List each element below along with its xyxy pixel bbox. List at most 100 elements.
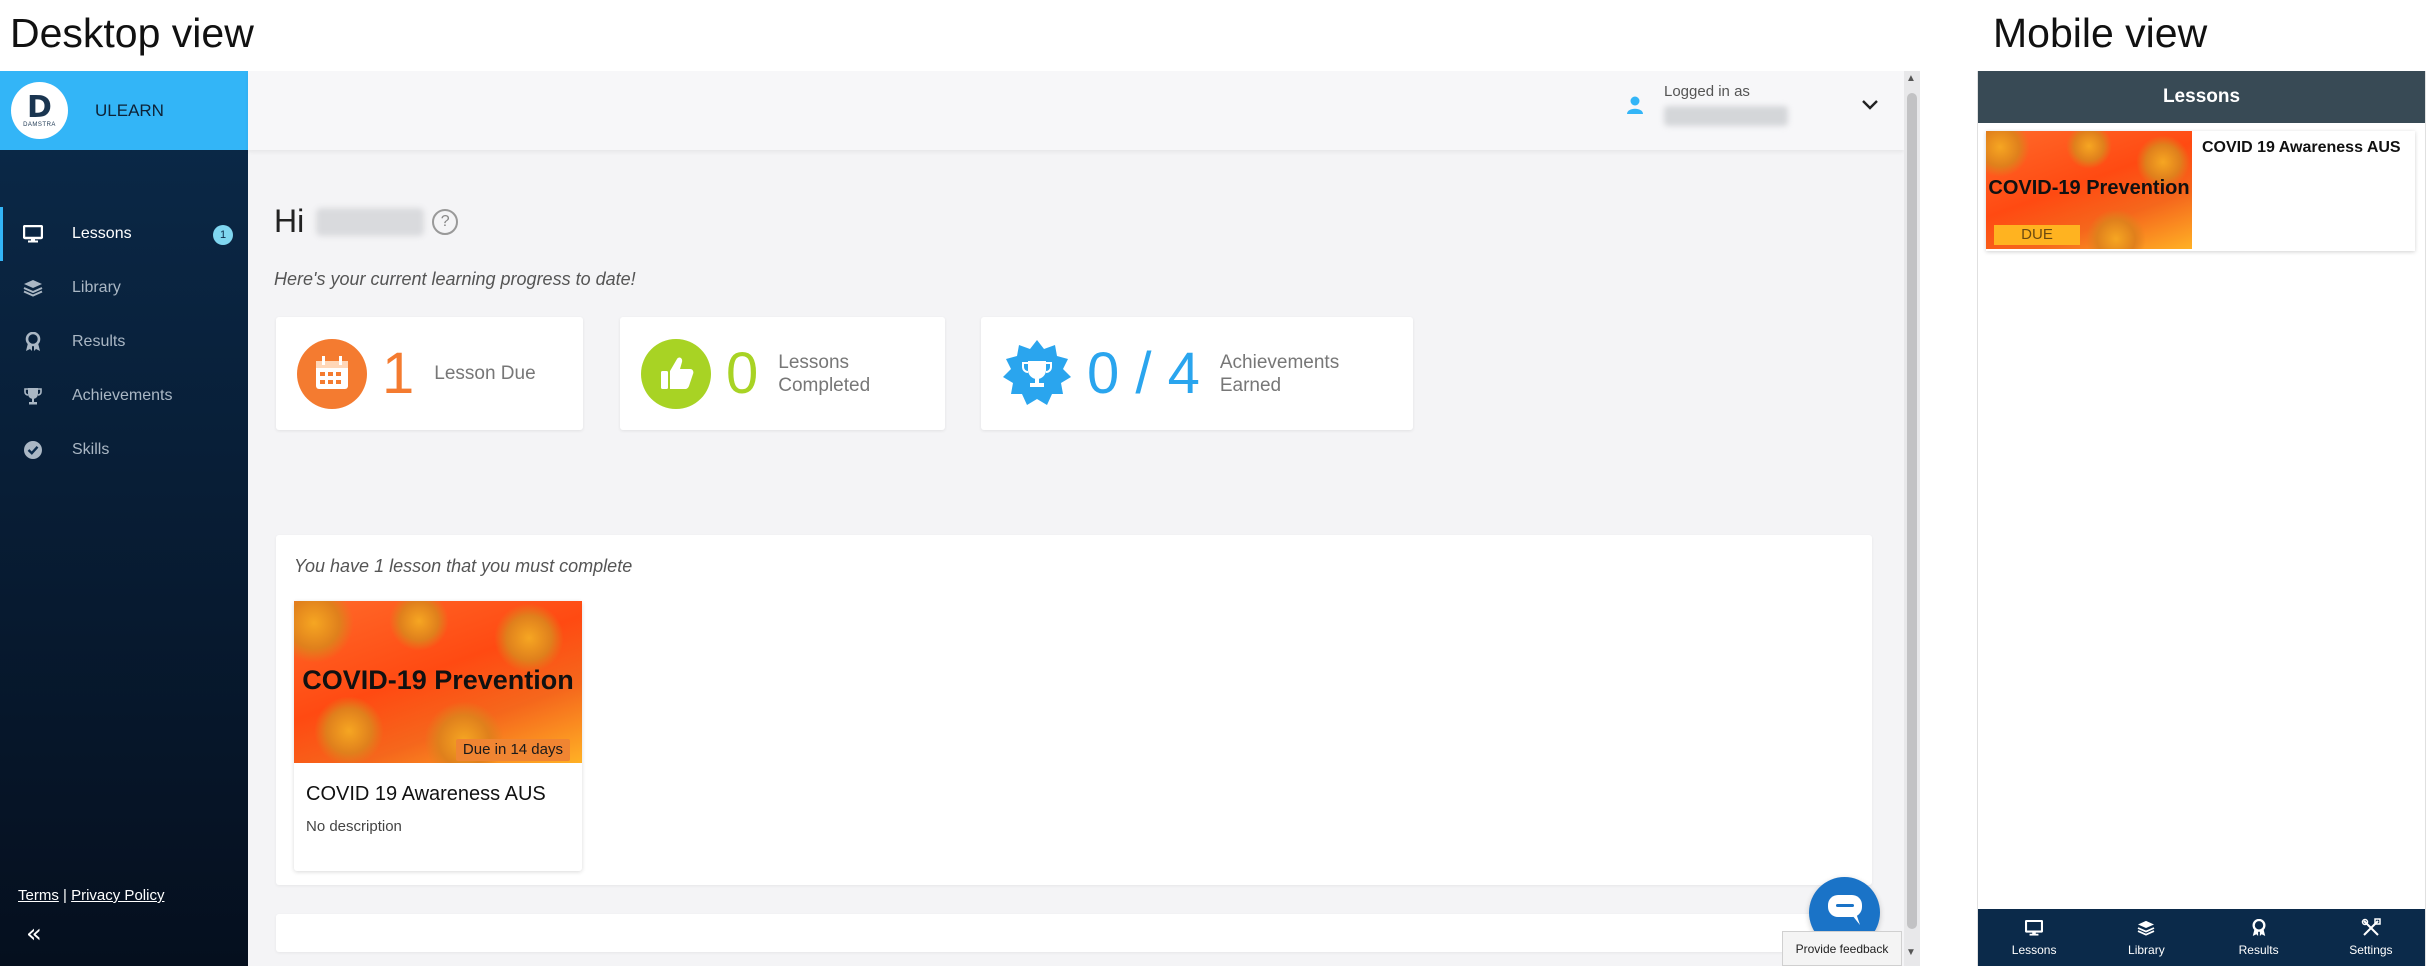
mobile-nav-library[interactable]: Library bbox=[2090, 909, 2202, 966]
sidebar-item-lessons[interactable]: Lessons 1 bbox=[0, 207, 248, 261]
privacy-policy-link[interactable]: Privacy Policy bbox=[71, 887, 164, 904]
mobile-nav-label: Library bbox=[2128, 943, 2165, 957]
due-date-badge: Due in 14 days bbox=[455, 739, 570, 761]
trophy-icon bbox=[22, 385, 44, 407]
sidebar-item-label: Lessons bbox=[72, 225, 132, 242]
ribbon-icon bbox=[2249, 918, 2269, 938]
mobile-nav-lessons[interactable]: Lessons bbox=[1978, 909, 2090, 966]
virus-decoration bbox=[314, 696, 384, 763]
mobile-nav-label: Lessons bbox=[2011, 943, 2057, 957]
mobile-header: Lessons bbox=[1978, 71, 2425, 123]
user-info: Logged in as bbox=[1664, 83, 1788, 126]
achievements-label-line2: Earned bbox=[1219, 374, 1282, 396]
top-bar: Logged in as bbox=[248, 71, 1904, 150]
required-lessons-panel: You have 1 lesson that you must complete… bbox=[276, 535, 1872, 885]
sidebar-item-skills[interactable]: Skills bbox=[0, 423, 248, 477]
mobile-lesson-title: COVID 19 Awareness AUS bbox=[2202, 139, 2401, 156]
sidebar-item-results[interactable]: Results bbox=[0, 315, 248, 369]
progress-subtitle: Here's your current learning progress to… bbox=[274, 269, 636, 289]
sidebar-item-achievements[interactable]: Achievements bbox=[0, 369, 248, 423]
monitor-icon bbox=[22, 223, 44, 245]
ribbon-icon bbox=[22, 331, 44, 353]
scroll-up-icon[interactable]: ▲ bbox=[1906, 73, 1916, 84]
virus-decoration bbox=[389, 601, 449, 651]
lesson-thumbnail: COVID-19 Prevention Due in 14 days bbox=[294, 601, 582, 763]
scrollbar-thumb[interactable] bbox=[1907, 93, 1917, 929]
monitor-icon bbox=[2024, 918, 2044, 938]
layers-icon bbox=[2136, 918, 2156, 938]
mobile-frame: Lessons COVID-19 Prevention DUE COVID 19… bbox=[1977, 71, 2426, 966]
check-circle-icon bbox=[22, 439, 44, 461]
lessons-completed-value: 0 bbox=[726, 341, 759, 406]
chat-icon bbox=[1826, 893, 1864, 932]
lessons-completed-label-line1: Lessons bbox=[778, 351, 850, 373]
lessons-completed-stat[interactable]: 0 Lessons Completed bbox=[620, 317, 945, 430]
tools-icon bbox=[2361, 918, 2381, 938]
chevron-down-icon[interactable] bbox=[1858, 93, 1882, 117]
sidebar: D DAMSTRA ULEARN Lessons 1 Library Resul… bbox=[0, 71, 248, 966]
lessons-due-value: 1 bbox=[382, 341, 415, 406]
trophy-badge-icon bbox=[1002, 339, 1072, 409]
mobile-bottom-nav: Lessons Library Results Settings bbox=[1978, 909, 2425, 966]
sidebar-item-label: Results bbox=[72, 333, 126, 350]
mobile-lesson-card[interactable]: COVID-19 Prevention DUE COVID 19 Awarene… bbox=[1986, 131, 2415, 251]
virus-decoration bbox=[294, 601, 354, 663]
mobile-nav-label: Settings bbox=[2349, 943, 2393, 957]
calendar-icon bbox=[297, 338, 367, 409]
sidebar-item-label: Skills bbox=[72, 441, 110, 458]
help-icon[interactable]: ? bbox=[432, 208, 459, 235]
virus-decoration bbox=[1986, 131, 2030, 177]
brand-bar[interactable]: D DAMSTRA ULEARN bbox=[0, 71, 248, 150]
page-scrollbar[interactable]: ▲ ▼ bbox=[1904, 71, 1920, 966]
greeting: Hi ? bbox=[274, 203, 459, 240]
logged-in-label: Logged in as bbox=[1664, 83, 1750, 100]
lessons-completed-label: Lessons Completed bbox=[778, 351, 870, 397]
mobile-nav-settings[interactable]: Settings bbox=[2315, 909, 2425, 966]
mobile-due-badge: DUE bbox=[1994, 225, 2080, 245]
logo-subtext: DAMSTRA bbox=[23, 121, 56, 128]
mobile-nav-results[interactable]: Results bbox=[2203, 909, 2315, 966]
desktop-view-label: Desktop view bbox=[10, 10, 254, 56]
achievements-label: Achievements Earned bbox=[1220, 351, 1339, 397]
user-menu[interactable]: Logged in as bbox=[1624, 83, 1882, 126]
lesson-title: COVID 19 Awareness AUS bbox=[306, 783, 546, 805]
footer-separator: | bbox=[63, 887, 67, 904]
thumbs-up-icon bbox=[641, 338, 711, 409]
lessons-due-label: Lesson Due bbox=[434, 363, 536, 384]
terms-link[interactable]: Terms bbox=[18, 887, 59, 904]
required-lessons-message: You have 1 lesson that you must complete bbox=[294, 556, 633, 576]
greeting-text: Hi bbox=[274, 203, 305, 239]
provide-feedback-button[interactable]: Provide feedback bbox=[1782, 931, 1902, 966]
sidebar-nav: Lessons 1 Library Results Achievements S… bbox=[0, 207, 248, 477]
lessons-due-stat[interactable]: 1 Lesson Due bbox=[276, 317, 583, 430]
lesson-thumbnail-title: COVID-19 Prevention bbox=[302, 665, 574, 695]
lessons-count-badge: 1 bbox=[213, 225, 233, 245]
lesson-description: No description bbox=[306, 818, 402, 835]
sidebar-item-label: Achievements bbox=[72, 387, 173, 404]
virus-decoration bbox=[494, 603, 564, 673]
user-first-name-redacted bbox=[316, 207, 425, 236]
virus-decoration bbox=[2086, 209, 2146, 249]
mobile-nav-label: Results bbox=[2238, 943, 2279, 957]
virus-decoration bbox=[2066, 131, 2112, 169]
layers-icon bbox=[22, 277, 44, 299]
achievements-label-line1: Achievements bbox=[1219, 351, 1340, 373]
mobile-view-label: Mobile view bbox=[1993, 10, 2208, 56]
achievements-value: 0 / 4 bbox=[1087, 341, 1200, 406]
secondary-panel bbox=[276, 914, 1872, 952]
achievements-stat[interactable]: 0 / 4 Achievements Earned bbox=[981, 317, 1413, 430]
scroll-down-icon[interactable]: ▼ bbox=[1906, 947, 1916, 958]
lesson-card[interactable]: COVID-19 Prevention Due in 14 days COVID… bbox=[294, 601, 582, 871]
desktop-frame: D DAMSTRA ULEARN Lessons 1 Library Resul… bbox=[0, 71, 1920, 966]
user-icon bbox=[1624, 94, 1646, 116]
logo-mark-icon: D bbox=[27, 89, 52, 125]
collapse-sidebar-button[interactable]: « bbox=[26, 919, 42, 949]
sidebar-item-library[interactable]: Library bbox=[0, 261, 248, 315]
brand-logo: D DAMSTRA bbox=[11, 82, 68, 139]
lessons-completed-label-line2: Completed bbox=[778, 374, 871, 396]
mobile-lesson-thumbnail-title: COVID-19 Prevention bbox=[1988, 177, 2190, 199]
sidebar-footer: Terms | Privacy Policy bbox=[18, 887, 164, 904]
user-name-redacted bbox=[1664, 106, 1788, 126]
sidebar-item-label: Library bbox=[72, 279, 121, 296]
brand-name: ULEARN bbox=[95, 100, 164, 120]
